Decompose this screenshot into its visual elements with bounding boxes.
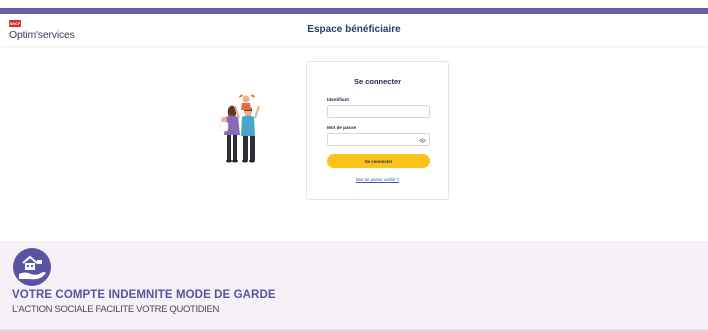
identifiant-label: Identifiant bbox=[327, 97, 349, 102]
house-hand-icon bbox=[13, 248, 51, 286]
password-label: Mot de passe bbox=[327, 125, 357, 130]
promo-banner: VOTRE COMPTE INDEMNITE MODE DE GARDE L'A… bbox=[0, 241, 708, 331]
login-title: Se connecter bbox=[353, 77, 402, 86]
banner-title: VOTRE COMPTE INDEMNITE MODE DE GARDE bbox=[12, 289, 276, 301]
banner-subtitle: L'ACTION SOCIALE FACILITE VOTRE QUOTIDIE… bbox=[12, 304, 220, 315]
app-header: SNCF Optim'services Espace bénéficiaire bbox=[0, 14, 708, 46]
forgot-password-link[interactable]: Mot de passe oublié ? bbox=[307, 177, 448, 182]
password-field[interactable] bbox=[327, 133, 430, 146]
login-card: Se connecter Identifiant Mot de passe Se… bbox=[306, 61, 449, 200]
eye-icon[interactable] bbox=[419, 138, 426, 143]
page-title: Espace bénéficiaire bbox=[307, 24, 401, 35]
login-button[interactable]: Se connecter bbox=[327, 154, 430, 168]
family-illustration bbox=[219, 94, 260, 163]
identifiant-field[interactable] bbox=[327, 105, 430, 118]
